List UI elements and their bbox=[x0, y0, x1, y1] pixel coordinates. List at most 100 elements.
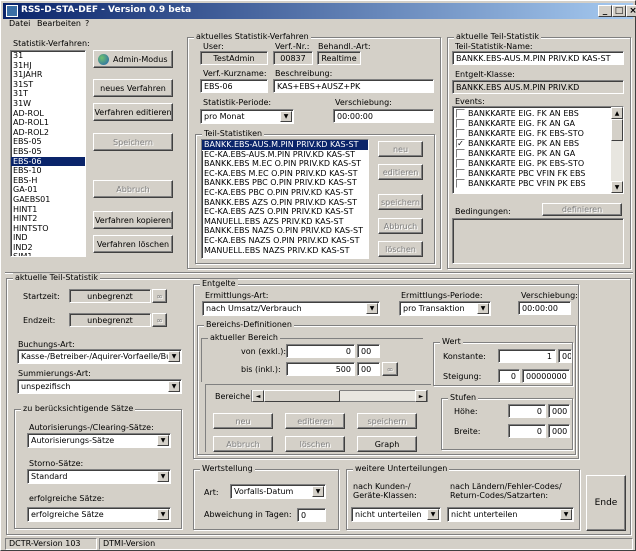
event-checkbox[interactable] bbox=[456, 158, 465, 168]
event-checkbox[interactable] bbox=[456, 178, 465, 188]
endzeit-infinity-button[interactable]: ∞ bbox=[152, 313, 167, 327]
verfahren-list-item[interactable]: 31 bbox=[11, 51, 85, 61]
buchungs-art-select[interactable]: Kasse-/Betreiber-/Aquirer-Vorfaelle/Buch… bbox=[17, 349, 182, 364]
teilstat-new-button[interactable]: neu bbox=[378, 141, 423, 157]
verfahren-list-item[interactable]: HINT2 bbox=[11, 214, 85, 224]
teilstat-list-item[interactable]: BANKK.EBS NAZS O.PIN PRIV.KD KAS-ST bbox=[202, 226, 368, 236]
ermittlungs-periode-select[interactable]: pro Transaktion ▼ bbox=[399, 301, 491, 316]
wertstellung-art-select[interactable]: Vorfalls-Datum ▼ bbox=[230, 484, 326, 499]
beschreibung-field[interactable]: KAS+EBS+AUSZ+PK bbox=[273, 79, 434, 93]
event-list-item[interactable]: BANKKARTE EIG. FK EBS-STO bbox=[453, 128, 623, 138]
define-conditions-button[interactable]: definieren bbox=[542, 203, 622, 216]
steigung-decimal-field[interactable]: 00000000 bbox=[522, 369, 570, 383]
erfolgreich-select[interactable]: erfolgreiche Sätze ▼ bbox=[27, 507, 171, 522]
bis-infinity-button[interactable]: ∞ bbox=[382, 362, 398, 376]
menu-datei[interactable]: Datei bbox=[9, 19, 30, 28]
verfahren-list-item[interactable]: AD-ROL1 bbox=[11, 118, 85, 128]
event-checkbox[interactable] bbox=[456, 128, 465, 138]
verschiebung-field[interactable]: 00:00:00 bbox=[333, 109, 434, 123]
verfahren-list-item[interactable]: IND bbox=[11, 233, 85, 243]
teilstat-edit-button[interactable]: editieren bbox=[378, 164, 423, 180]
new-verfahren-button[interactable]: neues Verfahren bbox=[93, 79, 173, 97]
kunden-klassen-select[interactable]: nicht unterteilen ▼ bbox=[351, 507, 441, 522]
verfahren-list-item[interactable]: HINTSTO bbox=[11, 224, 85, 234]
abort-verfahren-button[interactable]: Abbruch bbox=[93, 180, 173, 198]
event-list-item[interactable]: BANKKARTE EIG. FK AN GA bbox=[453, 118, 623, 128]
bis-decimal-field[interactable]: 00 bbox=[357, 362, 380, 376]
verfahren-list-item[interactable]: IND2 bbox=[11, 243, 85, 253]
event-checkbox[interactable] bbox=[456, 168, 465, 178]
scroll-down-icon[interactable]: ▼ bbox=[611, 181, 623, 193]
copy-verfahren-button[interactable]: Verfahren kopieren bbox=[93, 211, 173, 229]
storno-select[interactable]: Standard ▼ bbox=[27, 469, 171, 484]
minimize-button[interactable]: _ bbox=[598, 5, 612, 17]
edit-verfahren-button[interactable]: Verfahren editieren bbox=[93, 103, 173, 121]
maximize-button[interactable]: □ bbox=[612, 5, 626, 17]
autorisierung-select[interactable]: Autorisierungs-Sätze ▼ bbox=[27, 433, 171, 448]
hoehe-value-field[interactable]: 0 bbox=[508, 404, 546, 418]
ende-button[interactable]: Ende bbox=[586, 475, 626, 531]
verfahren-list-item[interactable]: AD-ROL bbox=[11, 109, 85, 119]
teilstat-list-item[interactable]: MANUELL.EBS NAZS PRIV.KD KAS-ST bbox=[202, 246, 368, 256]
events-scrollbar[interactable]: ▲ ▼ bbox=[611, 107, 623, 193]
title-bar[interactable]: RSS-D-STA-DEF - Version 0.9 beta _ □ × bbox=[3, 3, 636, 19]
teilstat-list-item[interactable]: BANKK.EBS M.EC O.PIN PRIV.KD KAS-ST bbox=[202, 159, 368, 169]
teilstat-list-item[interactable]: MANUELL.EBS AZS PRIV.KD KAS-ST bbox=[202, 217, 368, 227]
periode-select[interactable]: pro Monat ▼ bbox=[200, 109, 294, 124]
verfahren-list-item[interactable]: EBS-H bbox=[11, 176, 85, 186]
steigung-value-field[interactable]: 0 bbox=[498, 369, 520, 383]
event-list-item[interactable]: BANKKARTE EIG. FK AN EBS bbox=[453, 108, 623, 118]
abweichung-field[interactable]: 0 bbox=[297, 508, 326, 522]
bereich-new-button[interactable]: neu bbox=[213, 413, 273, 429]
bis-value-field[interactable]: 500 bbox=[286, 362, 355, 376]
verfahren-list-item[interactable]: SIM1 bbox=[11, 252, 85, 256]
scroll-left-icon[interactable]: ◄ bbox=[252, 390, 264, 402]
entgelte-verschiebung-field[interactable]: 00:00:00 bbox=[518, 301, 571, 315]
konstante-value-field[interactable]: 1 bbox=[498, 349, 556, 363]
hoehe-decimal-field[interactable]: 000 bbox=[548, 404, 570, 418]
laender-codes-select[interactable]: nicht unterteilen ▼ bbox=[447, 507, 574, 522]
konstante-decimal-field[interactable]: 00 bbox=[558, 349, 572, 363]
kurzname-field[interactable]: EBS-06 bbox=[200, 79, 268, 93]
event-checkbox[interactable] bbox=[456, 108, 465, 118]
verfahren-list-item[interactable]: 31JAHR bbox=[11, 70, 85, 80]
verfahren-list-item[interactable]: GA-01 bbox=[11, 185, 85, 195]
teilstat-list-item[interactable]: EC-KA.EBS PBC O.PIN PRIV.KD KAS-ST bbox=[202, 188, 368, 198]
verfahren-list-item[interactable]: AD-ROL2 bbox=[11, 128, 85, 138]
teilstat-list-item[interactable]: EC-KA.EBS NAZS O.PIN PRIV.KD KAS-ST bbox=[202, 236, 368, 246]
teilstat-save-button[interactable]: speichern bbox=[378, 194, 423, 210]
teilstat-name-field[interactable]: BANKK.EBS-AUS.M.PIN PRIV.KD KAS-ST bbox=[452, 51, 624, 65]
verfahren-list-item[interactable]: EBS-05 bbox=[11, 147, 85, 157]
verfahren-list-item[interactable]: 31HJ bbox=[11, 61, 85, 71]
verfahren-list[interactable]: 31 31HJ 31JAHR 31ST 31T 31W AD-ROL AD-ROL1 AD-RO… bbox=[10, 50, 86, 257]
menu-bearbeiten[interactable]: Bearbeiten bbox=[37, 19, 81, 28]
bereich-save-button[interactable]: speichern bbox=[357, 413, 417, 429]
teilstat-list-item[interactable]: EC-KA.EBS AZS O.PIN PRIV.KD KAS-ST bbox=[202, 207, 368, 217]
teilstat-list-item[interactable]: EC-KA.EBS M.EC O.PIN PRIV.KD KAS-ST bbox=[202, 169, 368, 179]
save-verfahren-button[interactable]: Speichern bbox=[93, 133, 173, 151]
menu-help[interactable]: ? bbox=[85, 19, 89, 28]
ermittlungs-art-select[interactable]: nach Umsatz/Verbrauch ▼ bbox=[202, 301, 380, 316]
verfahren-list-item[interactable]: EBS-10 bbox=[11, 166, 85, 176]
event-list-item[interactable]: BANKKARTE EIG. PK EBS-STO bbox=[453, 158, 623, 168]
event-checkbox[interactable]: ✓ bbox=[456, 138, 465, 148]
delete-verfahren-button[interactable]: Verfahren löschen bbox=[93, 235, 173, 253]
scroll-thumb[interactable] bbox=[611, 119, 623, 141]
admin-mode-button[interactable]: Admin-Modus bbox=[93, 50, 173, 68]
event-checkbox[interactable] bbox=[456, 148, 465, 158]
teilstat-list-item[interactable]: BANKK.EBS PBC O.PIN PRIV.KD KAS-ST bbox=[202, 178, 368, 188]
teilstat-list[interactable]: BANKK.EBS-AUS.M.PIN PRIV.KD KAS-ST EC-KA.… bbox=[201, 139, 369, 259]
teilstat-list-item[interactable]: BANKK.EBS AZS O.PIN PRIV.KD KAS-ST bbox=[202, 198, 368, 208]
event-list-item[interactable]: BANKKARTE PBC VFIN FK EBS bbox=[453, 168, 623, 178]
breite-decimal-field[interactable]: 000 bbox=[548, 424, 570, 438]
events-list[interactable]: BANKKARTE EIG. FK AN EBS BANKKARTE EIG. F… bbox=[452, 106, 624, 194]
event-list-item[interactable]: BANKKARTE PBC VFIN PK EBS bbox=[453, 178, 623, 188]
event-list-item[interactable]: BANKKARTE EIG. PK AN GA bbox=[453, 148, 623, 158]
verfahren-list-item[interactable]: 31W bbox=[11, 99, 85, 109]
scroll-up-icon[interactable]: ▲ bbox=[611, 107, 623, 119]
event-list-item[interactable]: ✓ BANKKARTE EIG. PK AN EBS bbox=[453, 138, 623, 148]
von-decimal-field[interactable]: 00 bbox=[357, 344, 380, 358]
teilstat-abort-button[interactable]: Abbruch bbox=[378, 218, 423, 234]
startzeit-infinity-button[interactable]: ∞ bbox=[152, 289, 167, 303]
summierungs-art-select[interactable]: unspezifisch ▼ bbox=[17, 379, 182, 394]
